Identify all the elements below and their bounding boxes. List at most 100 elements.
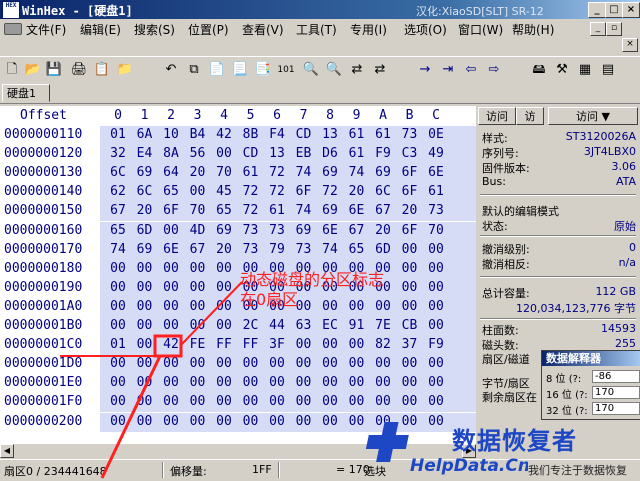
back-icon[interactable]: ⇦: [462, 61, 480, 79]
mdi-close-button[interactable]: ×: [622, 38, 638, 52]
hex-byte[interactable]: 69: [133, 165, 157, 180]
hex-byte[interactable]: 6D: [133, 223, 157, 238]
hex-byte[interactable]: 00: [212, 146, 236, 161]
hex-byte[interactable]: 00: [106, 299, 130, 314]
hex-byte[interactable]: E4: [133, 146, 157, 161]
mdi-restore-button[interactable]: ▫: [606, 22, 622, 36]
hex-byte[interactable]: 00: [371, 356, 395, 371]
hex-byte[interactable]: 74: [318, 242, 342, 257]
hex-byte[interactable]: 72: [318, 184, 342, 199]
hex-byte[interactable]: 73: [424, 203, 448, 218]
hex-byte[interactable]: 00: [424, 375, 448, 390]
hex-byte[interactable]: 00: [106, 280, 130, 295]
hex-byte[interactable]: 73: [265, 223, 289, 238]
hex-byte[interactable]: 6C: [106, 165, 130, 180]
document-drive-icon[interactable]: [4, 23, 22, 35]
info-access-dropdown[interactable]: 访问 ▼: [548, 107, 638, 125]
hex-byte[interactable]: C3: [398, 146, 422, 161]
hex-byte[interactable]: 00: [424, 299, 448, 314]
hex-byte[interactable]: 20: [345, 184, 369, 199]
menu-search[interactable]: 搜索(S): [134, 21, 175, 38]
hex-byte[interactable]: F4: [265, 127, 289, 142]
hex-byte[interactable]: 00: [239, 356, 263, 371]
maximize-button[interactable]: □: [605, 2, 623, 18]
hex-byte[interactable]: 69: [318, 165, 342, 180]
hex-byte[interactable]: 62: [106, 184, 130, 199]
hex-byte[interactable]: 00: [292, 356, 316, 371]
hex-byte[interactable]: EB: [292, 146, 316, 161]
new-icon[interactable]: 🗋: [3, 61, 21, 79]
hex-byte[interactable]: 4D: [186, 223, 210, 238]
hex-byte[interactable]: FF: [212, 337, 236, 352]
menu-tools[interactable]: 工具(T): [296, 21, 337, 38]
hex-byte[interactable]: F9: [371, 146, 395, 161]
hex-byte[interactable]: 73: [239, 223, 263, 238]
forward-icon[interactable]: ⇨: [485, 61, 503, 79]
hex-byte[interactable]: 00: [371, 394, 395, 409]
hex-byte[interactable]: 74: [292, 203, 316, 218]
hex-byte[interactable]: 67: [106, 203, 130, 218]
hex-byte[interactable]: 00: [159, 299, 183, 314]
hex-byte[interactable]: 70: [186, 203, 210, 218]
interpreter-32bit-value[interactable]: 170: [592, 402, 640, 415]
hex-byte[interactable]: 00: [133, 280, 157, 295]
hex-byte[interactable]: 00: [212, 318, 236, 333]
menu-file[interactable]: 文件(F): [26, 21, 66, 38]
hex-byte[interactable]: 00: [345, 414, 369, 429]
goto-offset-icon[interactable]: ⇥: [439, 61, 457, 79]
tab-disk1[interactable]: 硬盘1: [2, 84, 50, 102]
hex-byte[interactable]: 45: [212, 184, 236, 199]
hex-byte[interactable]: 00: [292, 394, 316, 409]
hex-byte[interactable]: CD: [292, 127, 316, 142]
hex-byte[interactable]: 00: [424, 318, 448, 333]
hex-byte[interactable]: 00: [106, 375, 130, 390]
replace-icon[interactable]: ⇄: [348, 61, 366, 79]
hex-byte[interactable]: 00: [239, 394, 263, 409]
hex-byte[interactable]: B4: [186, 127, 210, 142]
menu-options[interactable]: 选项(O): [404, 21, 447, 38]
hex-byte[interactable]: 65: [345, 242, 369, 257]
hex-byte[interactable]: 61: [371, 127, 395, 142]
hex-byte[interactable]: 13: [265, 146, 289, 161]
disk-icon[interactable]: 🖴: [530, 61, 548, 79]
hex-byte[interactable]: 00: [292, 337, 316, 352]
hex-byte[interactable]: 00: [398, 280, 422, 295]
menu-specialist[interactable]: 专用(I): [350, 21, 387, 38]
hex-byte[interactable]: 65: [212, 203, 236, 218]
hex-byte[interactable]: 74: [345, 165, 369, 180]
paste-icon[interactable]: 📄: [208, 61, 226, 79]
hex-byte[interactable]: 00: [133, 318, 157, 333]
print-icon[interactable]: 🖨: [70, 61, 88, 79]
hex-byte[interactable]: 49: [424, 146, 448, 161]
hex-byte[interactable]: 00: [212, 375, 236, 390]
data-interpreter-window[interactable]: 数据解释器 8 位 (?: -86 16 位 (?: 170 32 位 (?: 170: [541, 350, 640, 420]
menu-edit[interactable]: 编辑(E): [80, 21, 121, 38]
hex-byte[interactable]: 00: [345, 394, 369, 409]
hex-byte[interactable]: 32: [106, 146, 130, 161]
hex-byte[interactable]: 63: [292, 318, 316, 333]
hex-byte[interactable]: 00: [159, 280, 183, 295]
paste-special-icon[interactable]: 📃: [231, 61, 249, 79]
hex-byte[interactable]: 56: [186, 146, 210, 161]
hex-byte[interactable]: 00: [424, 242, 448, 257]
hex-byte[interactable]: 00: [424, 414, 448, 429]
hex-byte[interactable]: 00: [133, 299, 157, 314]
hex-byte[interactable]: 00: [398, 375, 422, 390]
hex-byte[interactable]: 00: [265, 394, 289, 409]
hex-byte[interactable]: EC: [318, 318, 342, 333]
hex-byte[interactable]: 42: [159, 337, 183, 352]
menu-position[interactable]: 位置(P): [188, 21, 229, 38]
hex-byte[interactable]: 37: [398, 337, 422, 352]
hex-byte[interactable]: 00: [186, 394, 210, 409]
hex-byte[interactable]: D6: [318, 146, 342, 161]
hex-byte[interactable]: 00: [345, 375, 369, 390]
clipboard-icon[interactable]: 📑: [254, 61, 272, 79]
hex-byte[interactable]: 69: [371, 165, 395, 180]
hex-byte[interactable]: 7E: [371, 318, 395, 333]
hex-byte[interactable]: 65: [159, 184, 183, 199]
open-icon[interactable]: 📂: [24, 61, 42, 79]
hex-byte[interactable]: 61: [345, 146, 369, 161]
menu-view[interactable]: 查看(V): [242, 21, 284, 38]
interpreter-8bit-value[interactable]: -86: [592, 370, 640, 383]
hex-byte[interactable]: 00: [159, 261, 183, 276]
